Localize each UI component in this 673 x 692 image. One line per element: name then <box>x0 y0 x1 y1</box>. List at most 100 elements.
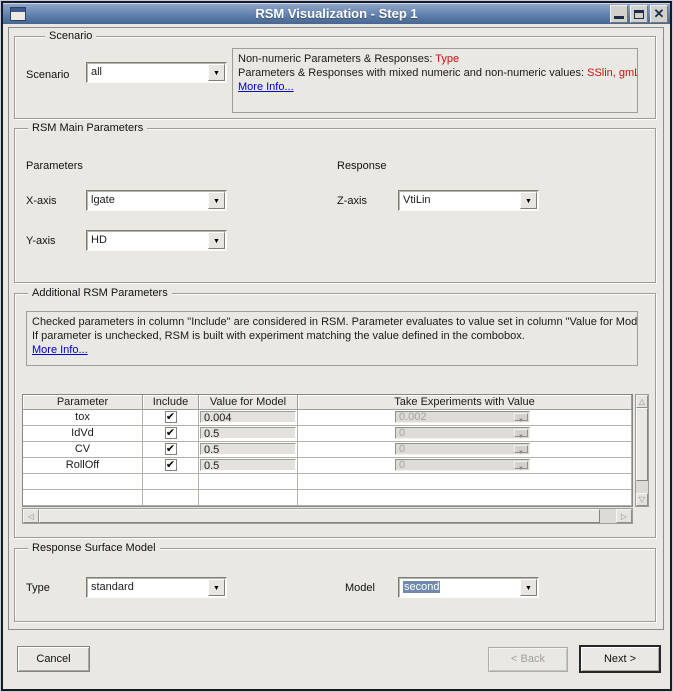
value-for-model-field[interactable]: 0.5 <box>200 459 296 472</box>
parameter-cell[interactable]: RollOff <box>23 458 143 474</box>
z-axis-combobox[interactable]: VtiLin ▼ <box>398 190 539 211</box>
type-combobox[interactable]: standard ▼ <box>86 577 227 598</box>
table-vertical-scrollbar[interactable]: △ ▽ <box>635 394 649 507</box>
value-cell: 0.004 <box>199 410 298 426</box>
value-for-model-field[interactable]: 0.5 <box>200 443 296 456</box>
vertical-scroll-thumb[interactable] <box>636 408 648 481</box>
model-value-selected: second <box>403 581 441 593</box>
chevron-down-icon[interactable]: ▼ <box>208 192 225 209</box>
scroll-up-icon[interactable]: △ <box>636 395 648 408</box>
chevron-down-icon[interactable]: ▼ <box>520 192 537 209</box>
scenario-combobox-value: all <box>91 66 103 78</box>
minimize-icon <box>614 16 624 19</box>
model-combobox[interactable]: second ▼ <box>398 577 539 598</box>
type-label: Type <box>26 582 50 594</box>
rsm-visualization-window: { "window": { "title": "RSM Visualizatio… <box>0 0 673 692</box>
more-info-link[interactable]: More Info... <box>32 344 88 356</box>
parameters-table: Parameter Include Value for Model Take E… <box>22 394 633 507</box>
scenario-label: Scenario <box>26 69 70 81</box>
more-info-link[interactable]: More Info... <box>238 81 294 93</box>
minimize-button[interactable] <box>610 5 628 23</box>
mixed-values: SSlin, gmLin <box>587 67 637 79</box>
rsm-model-group-legend: Response Surface Model <box>28 542 160 554</box>
experiment-combobox-disabled[interactable]: 0 ▼ <box>395 427 530 440</box>
scroll-down-icon[interactable]: ▽ <box>636 493 648 506</box>
scroll-right-icon[interactable]: ▷ <box>616 509 632 523</box>
back-button[interactable]: < Back <box>488 647 568 672</box>
chevron-down-icon[interactable]: ▼ <box>208 579 225 596</box>
additional-info-panel: Checked parameters in column "Include" a… <box>26 311 638 366</box>
z-axis-value: VtiLin <box>403 194 431 206</box>
include-checkbox[interactable]: ✔ <box>164 459 177 471</box>
chevron-down-icon: ▼ <box>514 445 528 456</box>
close-icon: ✕ <box>653 6 665 21</box>
close-button[interactable]: ✕ <box>650 5 668 23</box>
experiment-cell: 0.002 ▼ <box>298 410 632 426</box>
x-axis-label: X-axis <box>26 195 57 207</box>
parameter-cell[interactable]: tox <box>23 410 143 426</box>
include-cell: ✔ <box>143 442 199 458</box>
scenario-combobox[interactable]: all ▼ <box>86 62 227 83</box>
scenario-info-line2: Parameters & Responses with mixed numeri… <box>238 66 637 80</box>
table-row-cv: CV ✔ 0.5 0 ▼ <box>23 442 632 458</box>
experiment-combobox-disabled[interactable]: 0 ▼ <box>395 459 530 472</box>
parameters-header: Parameters <box>26 160 83 172</box>
horizontal-scroll-thumb[interactable] <box>39 509 600 523</box>
chevron-down-icon[interactable]: ▼ <box>208 64 225 81</box>
table-row-empty <box>23 474 632 490</box>
response-header: Response <box>337 160 387 172</box>
additional-params-group-legend: Additional RSM Parameters <box>28 287 172 299</box>
type-value: standard <box>91 581 134 593</box>
value-cell: 0.5 <box>199 426 298 442</box>
additional-info-line2: If parameter is unchecked, RSM is built … <box>32 330 525 342</box>
experiment-cell: 0 ▼ <box>298 458 632 474</box>
include-checkbox[interactable]: ✔ <box>164 411 177 423</box>
value-for-model-field[interactable]: 0.5 <box>200 427 296 440</box>
column-header-take-experiments[interactable]: Take Experiments with Value <box>298 395 632 410</box>
scenario-group-legend: Scenario <box>45 30 97 42</box>
cancel-button[interactable]: Cancel <box>17 646 90 672</box>
next-button[interactable]: Next > <box>579 645 661 673</box>
chevron-down-icon: ▼ <box>514 461 528 472</box>
titlebar[interactable]: RSM Visualization - Step 1 ✕ <box>3 3 670 24</box>
value-cell: 0.5 <box>199 442 298 458</box>
include-cell: ✔ <box>143 410 199 426</box>
y-axis-combobox[interactable]: HD ▼ <box>86 230 227 251</box>
include-checkbox[interactable]: ✔ <box>164 443 177 455</box>
value-cell: 0.5 <box>199 458 298 474</box>
include-cell: ✔ <box>143 458 199 474</box>
table-row-empty <box>23 490 632 506</box>
scenario-info-panel: Non-numeric Parameters & Responses: Type… <box>232 48 638 113</box>
parameter-cell[interactable]: IdVd <box>23 426 143 442</box>
window-title: RSM Visualization - Step 1 <box>255 6 418 21</box>
experiment-cell: 0 ▼ <box>298 442 632 458</box>
y-axis-label: Y-axis <box>26 235 56 247</box>
window-client-area: RSM Visualization - Step 1 ✕ Scenario Sc… <box>3 3 670 689</box>
x-axis-combobox[interactable]: lgate ▼ <box>86 190 227 211</box>
include-checkbox[interactable]: ✔ <box>164 427 177 439</box>
column-header-value-for-model[interactable]: Value for Model <box>199 395 298 410</box>
include-cell: ✔ <box>143 426 199 442</box>
value-for-model-field[interactable]: 0.004 <box>200 411 296 424</box>
maximize-button[interactable] <box>630 5 648 23</box>
table-row-idvd: IdVd ✔ 0.5 0 ▼ <box>23 426 632 442</box>
table-row-rolloff: RollOff ✔ 0.5 0 ▼ <box>23 458 632 474</box>
experiment-cell: 0 ▼ <box>298 426 632 442</box>
z-axis-label: Z-axis <box>337 195 367 207</box>
column-header-parameter[interactable]: Parameter <box>23 395 143 410</box>
parameter-cell[interactable]: CV <box>23 442 143 458</box>
column-header-include[interactable]: Include <box>143 395 199 410</box>
table-horizontal-scrollbar[interactable]: ◁ ▷ <box>22 508 633 524</box>
model-label: Model <box>345 582 375 594</box>
table-header-row: Parameter Include Value for Model Take E… <box>23 395 632 410</box>
non-numeric-values: Type <box>435 53 460 65</box>
chevron-down-icon: ▼ <box>514 413 528 424</box>
experiment-combobox-disabled[interactable]: 0 ▼ <box>395 443 530 456</box>
experiment-combobox-disabled[interactable]: 0.002 ▼ <box>395 411 530 424</box>
scenario-info-line1: Non-numeric Parameters & Responses: Type <box>238 53 460 65</box>
table-row-tox: tox ✔ 0.004 0.002 ▼ <box>23 410 632 426</box>
scroll-left-icon[interactable]: ◁ <box>23 509 39 523</box>
chevron-down-icon[interactable]: ▼ <box>208 232 225 249</box>
main-params-group-legend: RSM Main Parameters <box>28 122 148 134</box>
chevron-down-icon[interactable]: ▼ <box>520 579 537 596</box>
